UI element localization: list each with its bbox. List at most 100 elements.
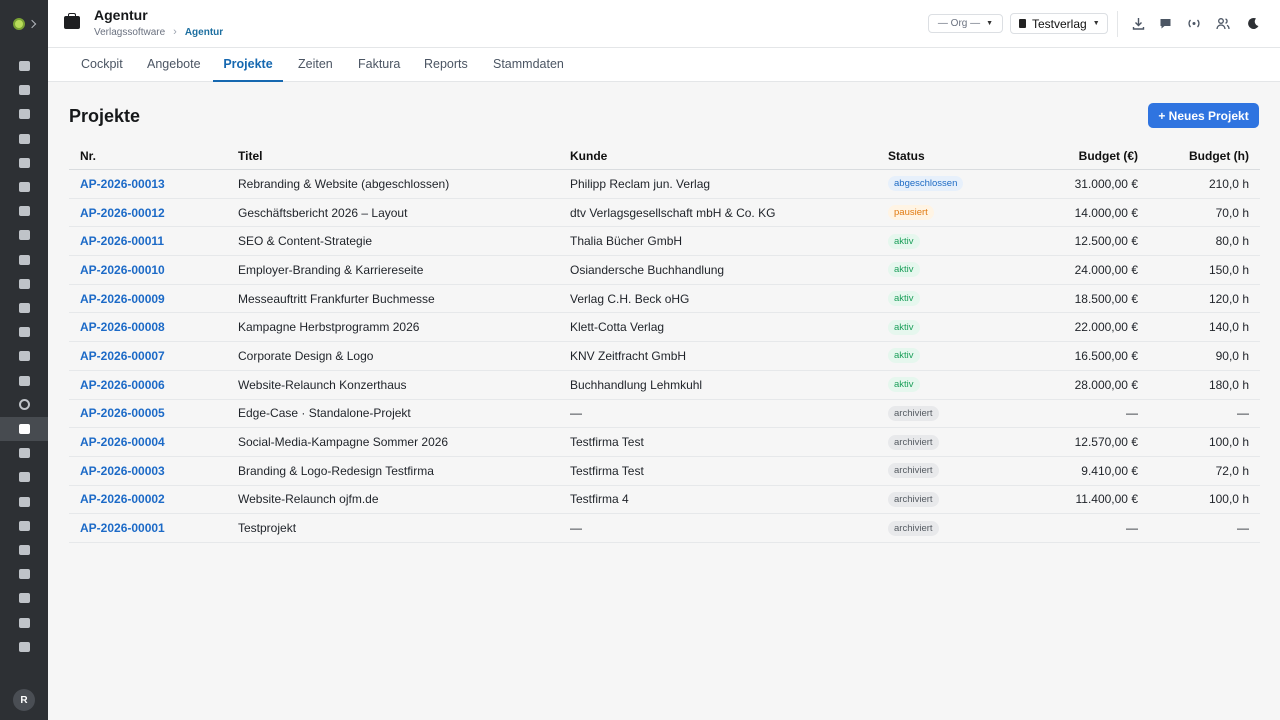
sidebar-item[interactable] xyxy=(0,514,48,538)
project-number-link[interactable]: AP-2026-00005 xyxy=(80,406,165,420)
column-header-titel[interactable]: Titel xyxy=(238,142,262,169)
sidebar-item[interactable] xyxy=(0,272,48,296)
project-title: Website-Relaunch ojfm.de xyxy=(238,492,379,507)
project-number-link[interactable]: AP-2026-00009 xyxy=(80,292,165,306)
project-number-link[interactable]: AP-2026-00002 xyxy=(80,492,165,506)
tab-cockpit[interactable]: Cockpit xyxy=(81,48,123,82)
header-divider xyxy=(1117,11,1118,37)
sidebar-item[interactable] xyxy=(0,320,48,344)
sidebar-item[interactable] xyxy=(0,586,48,610)
sidebar-item[interactable] xyxy=(0,611,48,635)
store-icon xyxy=(18,545,30,555)
broadcast-icon[interactable] xyxy=(1187,16,1201,30)
sidebar-item[interactable] xyxy=(0,393,48,417)
status-cell-cell: pausiert xyxy=(888,199,934,227)
status-cell-cell: archiviert xyxy=(888,457,939,485)
sidebar-item[interactable] xyxy=(0,441,48,465)
status-badge: aktiv xyxy=(888,262,920,278)
table-row[interactable]: AP-2026-00007 Corporate Design & Logo KNV … xyxy=(69,342,1260,371)
column-header-budget[interactable]: Budget (€) xyxy=(1079,142,1138,169)
project-customer-cell: Klett-Cotta Verlag xyxy=(570,313,664,341)
table-row[interactable]: AP-2026-00003 Branding & Logo-Redesign Te… xyxy=(69,457,1260,486)
status-badge: aktiv xyxy=(888,291,920,307)
project-number-link[interactable]: AP-2026-00011 xyxy=(80,234,164,248)
sidebar-item[interactable] xyxy=(0,344,48,368)
project-title-cell: Website-Relaunch ojfm.de xyxy=(238,486,379,514)
tray-icon xyxy=(18,375,30,386)
project-budget: 16.500,00 € xyxy=(1074,348,1138,363)
column-header-nr[interactable]: Nr. xyxy=(80,142,96,169)
project-number-link[interactable]: AP-2026-00001 xyxy=(80,521,165,535)
tab-zeiten[interactable]: Zeiten xyxy=(298,48,333,82)
sidebar-item[interactable] xyxy=(0,248,48,272)
table-row[interactable]: AP-2026-00001 Testprojekt — archiviert — — xyxy=(69,514,1260,543)
sidebar-item[interactable] xyxy=(0,369,48,393)
project-number-link[interactable]: AP-2026-00003 xyxy=(80,464,165,478)
layout-icon xyxy=(18,109,30,120)
sidebar-item[interactable] xyxy=(0,417,48,441)
project-number-link-cell: AP-2026-00004 xyxy=(80,428,165,456)
project-number-link[interactable]: AP-2026-00010 xyxy=(80,263,165,277)
table-row[interactable]: AP-2026-00006 Website-Relaunch Konzerthau… xyxy=(69,371,1260,400)
sidebar-item[interactable] xyxy=(0,127,48,151)
newspaper-icon xyxy=(18,303,30,313)
column-header-status[interactable]: Status xyxy=(888,142,925,169)
sidebar-item[interactable] xyxy=(0,199,48,223)
caret-down-icon: ▼ xyxy=(986,20,994,27)
tab-projekte[interactable]: Projekte xyxy=(213,48,283,82)
tab-stammdaten[interactable]: Stammdaten xyxy=(493,48,564,82)
table-row[interactable]: AP-2026-00004 Social-Media-Kampagne Somme… xyxy=(69,428,1260,457)
project-number-link[interactable]: AP-2026-00007 xyxy=(80,349,165,363)
status-badge: aktiv xyxy=(888,233,920,249)
avatar[interactable]: R xyxy=(13,689,35,711)
breadcrumb-item-verlagssoftware[interactable]: Verlagssoftware xyxy=(94,27,165,38)
circle-icon xyxy=(18,399,30,411)
sidebar-item[interactable] xyxy=(0,102,48,126)
sidebar-item[interactable] xyxy=(0,175,48,199)
tab-faktura[interactable]: Faktura xyxy=(358,48,400,82)
status-cell-cell: aktiv xyxy=(888,227,920,255)
table-row[interactable]: AP-2026-00008 Kampagne Herbstprogramm 202… xyxy=(69,313,1260,343)
status-badge: abgeschlossen xyxy=(888,176,964,192)
download-icon[interactable] xyxy=(1131,16,1145,30)
table-row[interactable]: AP-2026-00005 Edge-Case · Standalone-Proj… xyxy=(69,400,1260,429)
project-title: SEO & Content-Strategie xyxy=(238,234,373,249)
sidebar-item[interactable] xyxy=(0,78,48,102)
sidebar-item[interactable] xyxy=(0,562,48,586)
sidebar-item[interactable] xyxy=(0,465,48,489)
table-row[interactable]: AP-2026-00012 Geschäftsbericht 2026 – Lay… xyxy=(69,199,1260,228)
chat-icon[interactable] xyxy=(1158,16,1172,30)
sidebar-item[interactable] xyxy=(0,54,48,78)
table-header: Nr. Titel Kunde Status Budget (€) Budget… xyxy=(69,142,1260,170)
column-header-kunde[interactable]: Kunde xyxy=(570,142,607,169)
publisher-select[interactable]: Testverlag ▼ xyxy=(1010,13,1108,34)
sidebar-item[interactable] xyxy=(0,490,48,514)
sidebar-item[interactable] xyxy=(0,223,48,247)
table-row[interactable]: AP-2026-00009 Messeauftritt Frankfurter B… xyxy=(69,285,1260,314)
project-number-link[interactable]: AP-2026-00013 xyxy=(80,177,165,191)
table-row[interactable]: AP-2026-00013 Rebranding & Website (abges… xyxy=(69,170,1260,199)
moon-icon[interactable] xyxy=(1246,16,1260,30)
library-icon xyxy=(18,230,30,241)
sidebar-item[interactable] xyxy=(0,151,48,175)
column-header-hours[interactable]: Budget (h) xyxy=(1189,142,1249,169)
sidebar-toggle[interactable] xyxy=(0,0,48,48)
project-number-link[interactable]: AP-2026-00004 xyxy=(80,435,165,449)
new-project-button[interactable]: + Neues Projekt xyxy=(1148,103,1259,128)
sidebar-item[interactable] xyxy=(0,635,48,659)
org-select[interactable]: — Org — ▼ xyxy=(928,14,1003,33)
project-customer-cell: — xyxy=(570,400,582,428)
project-budget: 11.400,00 € xyxy=(1075,492,1138,507)
table-row[interactable]: AP-2026-00002 Website-Relaunch ojfm.de Tes… xyxy=(69,486,1260,515)
table-row[interactable]: AP-2026-00011 SEO & Content-Strategie Thal… xyxy=(69,227,1260,257)
tab-reports[interactable]: Reports xyxy=(424,48,468,82)
table-row[interactable]: AP-2026-00010 Employer-Branding & Karrier… xyxy=(69,256,1260,285)
project-number-link[interactable]: AP-2026-00008 xyxy=(80,320,165,334)
tab-angebote[interactable]: Angebote xyxy=(147,48,201,82)
project-number-link[interactable]: AP-2026-00012 xyxy=(80,206,165,220)
users-icon[interactable] xyxy=(1216,16,1230,30)
sidebar-item[interactable] xyxy=(0,296,48,320)
sidebar-item[interactable] xyxy=(0,538,48,562)
project-number-link[interactable]: AP-2026-00006 xyxy=(80,378,165,392)
project-customer: KNV Zeitfracht GmbH xyxy=(570,348,687,363)
